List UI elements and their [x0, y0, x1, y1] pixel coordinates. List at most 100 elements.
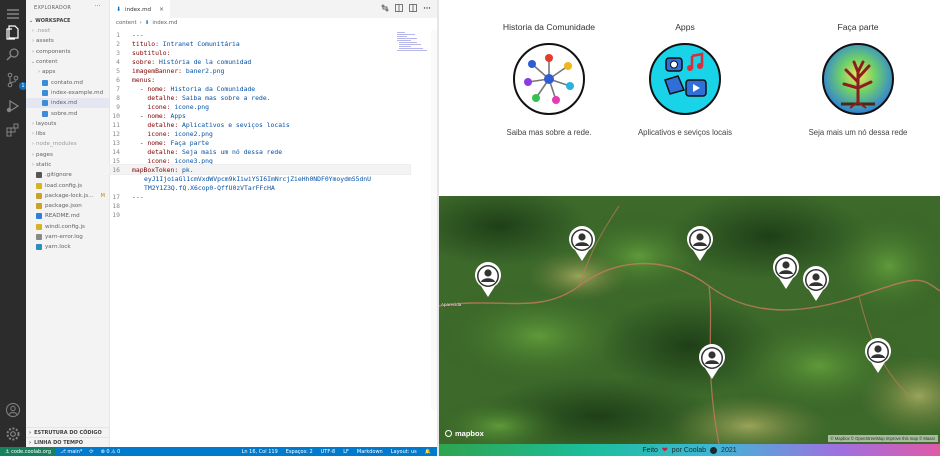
- tree-folder[interactable]: › libs: [26, 129, 109, 139]
- compare-changes-icon[interactable]: [381, 4, 389, 12]
- tree-folder[interactable]: › static: [26, 160, 109, 170]
- code-line[interactable]: 3 subtitulo:: [110, 48, 410, 57]
- tree-file[interactable]: index-example.md: [26, 88, 109, 98]
- tree-folder[interactable]: › node_modules: [26, 139, 109, 149]
- network-icon[interactable]: [512, 42, 586, 116]
- code-line[interactable]: 14 detalhe: Seja mais um nó dessa rede: [110, 147, 410, 156]
- code-line[interactable]: 8 detalhe: Saiba mas sobre a rede.: [110, 93, 410, 102]
- mapbox-logo[interactable]: mapbox: [445, 429, 484, 438]
- status-item[interactable]: Layout: us: [391, 449, 417, 455]
- code-editor[interactable]: 1 --- 2 titulo: Intranet Comunitária 3 subtit…: [109, 30, 437, 430]
- tree-folder[interactable]: › layouts: [26, 119, 109, 129]
- tree-file[interactable]: windi.config.js: [26, 222, 109, 232]
- status-item[interactable]: LF: [343, 449, 349, 455]
- code-line[interactable]: 15 icone: icone3.png: [110, 156, 410, 165]
- remote-indicator[interactable]: ⚓ code.coolab.org: [0, 447, 56, 456]
- explorer-more-icon[interactable]: ···: [94, 3, 101, 10]
- code-line[interactable]: 13 - nome: Faça parte: [110, 138, 410, 147]
- code-line[interactable]: 16 mapBoxToken: pk.: [109, 164, 411, 175]
- status-item[interactable]: UTF-8: [321, 449, 336, 455]
- source-control-icon[interactable]: 1: [5, 72, 27, 90]
- code-line[interactable]: 6 menus:: [110, 75, 410, 84]
- wrapped-token-line: TM2Y1Z3Q.fQ.X6cop0-QffU0zVTarFFcHA: [144, 183, 275, 192]
- yaml-key: icone:: [132, 102, 171, 111]
- tree-file[interactable]: package.json: [26, 201, 109, 211]
- tab-index-md[interactable]: ⬇ index.md ×: [110, 0, 170, 18]
- tree-file[interactable]: yarn-error.log: [26, 232, 109, 242]
- explorer-icon[interactable]: [5, 24, 21, 40]
- status-item[interactable]: Espaços: 2: [286, 449, 313, 455]
- tree-file[interactable]: sobre.md: [26, 108, 109, 118]
- map-marker[interactable]: [567, 226, 597, 262]
- account-icon[interactable]: [5, 402, 21, 418]
- line-text: menus:: [132, 76, 155, 84]
- yaml-value: Apps: [166, 111, 186, 120]
- code-line[interactable]: 5 imagemBanner: baner2.png: [110, 66, 410, 75]
- map-marker[interactable]: [863, 338, 893, 374]
- tree-file[interactable]: load.config.js: [26, 180, 109, 190]
- code-line[interactable]: 12 icone: icone2.png: [110, 129, 410, 138]
- satellite-map[interactable]: Aparecida mapbox © Mapbox © OpenStreetMa…: [439, 196, 940, 444]
- code-line[interactable]: 2 titulo: Intranet Comunitária: [110, 39, 410, 48]
- timeline-section[interactable]: › LINHA DO TEMPO: [26, 437, 109, 447]
- code-line[interactable]: 4 sobre: História de la comunidad: [110, 57, 410, 66]
- code-line[interactable]: 18: [110, 201, 410, 210]
- menu-icon[interactable]: [5, 6, 21, 22]
- close-icon[interactable]: ×: [159, 6, 164, 13]
- tree-folder[interactable]: › .next: [26, 26, 109, 36]
- open-preview-icon[interactable]: [395, 4, 403, 12]
- tree-file[interactable]: README.md: [26, 211, 109, 221]
- code-line[interactable]: 17 ---: [110, 192, 410, 201]
- tree-folder[interactable]: › pages: [26, 150, 109, 160]
- breadcrumb-folder[interactable]: content: [116, 20, 137, 26]
- map-marker[interactable]: [473, 262, 503, 298]
- card-title: Historia da Comunidade: [502, 22, 596, 32]
- status-item[interactable]: 🔔: [425, 449, 431, 455]
- split-editor-icon[interactable]: [409, 4, 417, 12]
- tree-file[interactable]: .gitignore: [26, 170, 109, 180]
- outline-section[interactable]: › ESTRUTURA DO CÓDIGO: [26, 427, 109, 437]
- map-attribution[interactable]: © Mapbox © OpenStreetMap Improve this ma…: [827, 435, 938, 442]
- github-icon[interactable]: [710, 446, 718, 454]
- more-actions-icon[interactable]: [423, 4, 431, 12]
- tree-file[interactable]: yarn.lock: [26, 242, 109, 252]
- apps-icon[interactable]: [648, 42, 722, 116]
- status-bar: ⚓ code.coolab.org ⎇ main* ⟳ ⊗ 0 ⚠ 0 Ln 16,…: [0, 447, 437, 456]
- search-icon[interactable]: [5, 46, 21, 62]
- tree-folder[interactable]: ⌄ content: [26, 57, 109, 67]
- status-item[interactable]: Ln 16, Col 119: [242, 449, 278, 455]
- status-item[interactable]: ⊗ 0 ⚠ 0: [101, 449, 121, 455]
- run-debug-icon[interactable]: [5, 98, 21, 114]
- status-item[interactable]: ⎇ main*: [60, 449, 82, 455]
- tree-file[interactable]: package-lock.js... M: [26, 191, 109, 201]
- code-line[interactable]: 9 icone: icone.png: [110, 102, 410, 111]
- menu-card-faca-parte[interactable]: Faça parte Seja mais um nó dessa rede: [788, 22, 928, 137]
- code-line[interactable]: 19: [110, 210, 410, 219]
- tree-item-label: components: [36, 48, 71, 55]
- status-item[interactable]: Markdown: [357, 449, 383, 455]
- map-marker[interactable]: [685, 226, 715, 262]
- minimap[interactable]: [397, 30, 429, 54]
- menu-card-historia[interactable]: Historia da Comunidade Saiba mas sobre a…: [479, 22, 619, 137]
- menu-card-apps[interactable]: Apps Aplicativos e seviços locais: [615, 22, 755, 137]
- code-line[interactable]: 11 detalhe: Aplicativos e seviços locais: [110, 120, 410, 129]
- code-line[interactable]: 7 - nome: Historia da Comunidade: [110, 84, 410, 93]
- tree-folder[interactable]: › assets: [26, 36, 109, 46]
- code-line[interactable]: 1 ---: [110, 30, 410, 39]
- tree-file[interactable]: contato.md: [26, 77, 109, 87]
- footer-credit-link[interactable]: por Coolab: [672, 447, 706, 454]
- tree-icon[interactable]: [821, 42, 895, 116]
- map-marker[interactable]: [771, 254, 801, 290]
- settings-gear-icon[interactable]: [5, 426, 21, 442]
- map-marker[interactable]: [801, 266, 831, 302]
- tree-file[interactable]: index.md: [26, 98, 109, 109]
- extensions-icon[interactable]: [5, 122, 21, 138]
- status-item[interactable]: ⟳: [89, 449, 93, 455]
- map-marker[interactable]: [697, 344, 727, 380]
- tree-item-label: .next: [36, 28, 51, 35]
- tree-folder[interactable]: › apps: [26, 67, 109, 77]
- breadcrumb-file[interactable]: index.md: [152, 20, 177, 26]
- code-line[interactable]: 10 - nome: Apps: [110, 111, 410, 120]
- tree-folder[interactable]: › components: [26, 47, 109, 57]
- workspace-header[interactable]: ⌄ WORKSPACE: [26, 16, 109, 26]
